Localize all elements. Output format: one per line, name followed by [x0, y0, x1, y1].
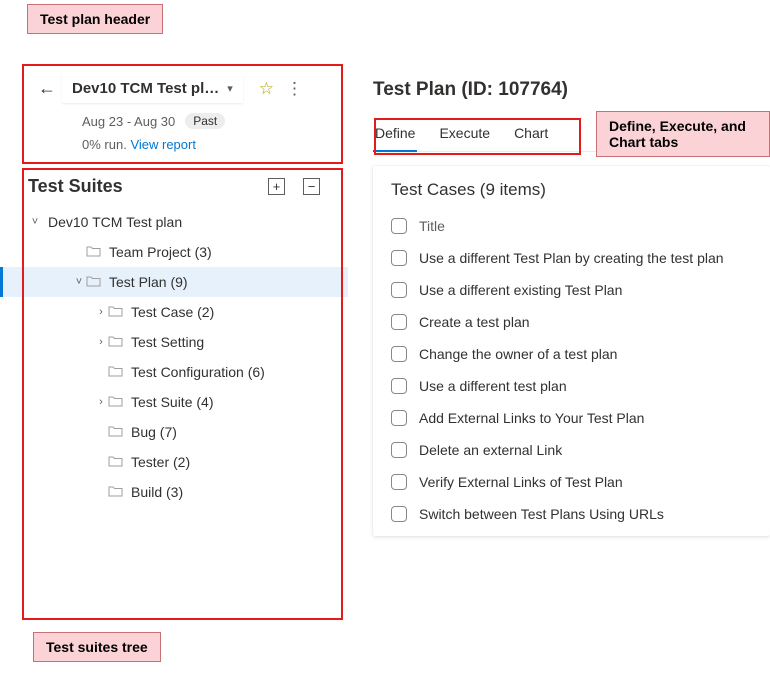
- table-row[interactable]: Use a different Test Plan by creating th…: [373, 242, 770, 274]
- tree-item[interactable]: › Test Suite (4): [0, 387, 348, 417]
- case-title: Use a different Test Plan by creating th…: [419, 250, 724, 266]
- tab-define[interactable]: Define: [373, 117, 417, 151]
- table-row[interactable]: Add External Links to Your Test Plan: [373, 402, 770, 434]
- page-title: Test Plan (ID: 107764): [373, 79, 770, 101]
- select-all-checkbox[interactable]: [391, 218, 407, 234]
- row-checkbox[interactable]: [391, 442, 407, 458]
- table-row[interactable]: Use a different test plan: [373, 370, 770, 402]
- column-title: Title: [419, 218, 445, 234]
- table-row[interactable]: Switch between Test Plans Using URLs: [373, 498, 770, 530]
- tree-item[interactable]: Test Configuration (6): [0, 357, 348, 387]
- case-title: Delete an external Link: [419, 442, 562, 458]
- tree-item-label: Tester (2): [131, 454, 190, 470]
- table-row[interactable]: Verify External Links of Test Plan: [373, 466, 770, 498]
- case-title: Create a test plan: [419, 314, 530, 330]
- folder-icon: [86, 274, 101, 290]
- row-checkbox[interactable]: [391, 506, 407, 522]
- row-checkbox[interactable]: [391, 314, 407, 330]
- tree-root-label: Dev10 TCM Test plan: [48, 214, 182, 230]
- tree-item[interactable]: Team Project (3): [0, 237, 348, 267]
- test-cases-card: Test Cases (9 items) Title Use a differe…: [373, 166, 770, 536]
- row-checkbox[interactable]: [391, 474, 407, 490]
- tree-item[interactable]: Build (3): [0, 477, 348, 507]
- status-badge: Past: [185, 113, 225, 129]
- tree-item[interactable]: ˅ Test Plan (9): [0, 267, 348, 297]
- chevron-right-icon[interactable]: ›: [94, 306, 108, 318]
- callout-tabs: Define, Execute, and Chart tabs: [596, 111, 770, 157]
- table-row[interactable]: Create a test plan: [373, 306, 770, 338]
- row-checkbox[interactable]: [391, 250, 407, 266]
- expand-all-button[interactable]: +: [268, 178, 285, 195]
- tree-item[interactable]: › Test Case (2): [0, 297, 348, 327]
- table-header-row: Title: [373, 210, 770, 242]
- folder-icon: [108, 364, 123, 380]
- row-checkbox[interactable]: [391, 346, 407, 362]
- row-checkbox[interactable]: [391, 410, 407, 426]
- table-row[interactable]: Change the owner of a test plan: [373, 338, 770, 370]
- folder-icon: [86, 244, 101, 260]
- suites-tree: ˅ Dev10 TCM Test plan Team Project (3) ˅ T…: [0, 207, 348, 507]
- chevron-right-icon[interactable]: ›: [94, 336, 108, 348]
- folder-icon: [108, 334, 123, 350]
- tree-item-label: Test Suite (4): [131, 394, 213, 410]
- case-title: Change the owner of a test plan: [419, 346, 617, 362]
- table-row[interactable]: Use a different existing Test Plan: [373, 274, 770, 306]
- row-checkbox[interactable]: [391, 282, 407, 298]
- plan-date-range: Aug 23 - Aug 30: [82, 114, 175, 129]
- chevron-down-icon[interactable]: ˅: [72, 276, 86, 288]
- collapse-all-button[interactable]: −: [303, 178, 320, 195]
- plan-title-dropdown[interactable]: Dev10 TCM Test pl… ▾: [62, 74, 243, 103]
- tree-item[interactable]: Tester (2): [0, 447, 348, 477]
- tree-item-label: Test Configuration (6): [131, 364, 265, 380]
- test-plan-header: ← Dev10 TCM Test pl… ▾ ☆ ⋮ Aug 23 - Aug …: [0, 66, 348, 160]
- callout-header: Test plan header: [27, 4, 163, 34]
- tree-item-label: Bug (7): [131, 424, 177, 440]
- folder-icon: [108, 304, 123, 320]
- test-cases-title: Test Cases (9 items): [373, 180, 770, 210]
- test-suites-panel: Test Suites + − ˅ Dev10 TCM Test plan Te…: [0, 170, 348, 507]
- folder-icon: [108, 454, 123, 470]
- row-checkbox[interactable]: [391, 378, 407, 394]
- tree-item-label: Test Setting: [131, 334, 204, 350]
- case-title: Use a different existing Test Plan: [419, 282, 622, 298]
- folder-icon: [108, 394, 123, 410]
- plan-title-label: Dev10 TCM Test pl…: [72, 80, 219, 97]
- more-icon[interactable]: ⋮: [286, 79, 303, 99]
- chevron-down-icon: ˅: [28, 216, 42, 228]
- folder-icon: [108, 424, 123, 440]
- tab-chart[interactable]: Chart: [512, 117, 550, 151]
- callout-tree: Test suites tree: [33, 632, 161, 662]
- table-row[interactable]: Delete an external Link: [373, 434, 770, 466]
- chevron-right-icon[interactable]: ›: [94, 396, 108, 408]
- case-title: Add External Links to Your Test Plan: [419, 410, 644, 426]
- tree-item-label: Test Case (2): [131, 304, 214, 320]
- tree-item[interactable]: Bug (7): [0, 417, 348, 447]
- tree-item-label: Test Plan (9): [109, 274, 188, 290]
- run-percentage: 0% run.: [82, 137, 127, 152]
- case-title: Verify External Links of Test Plan: [419, 474, 623, 490]
- favorite-icon[interactable]: ☆: [259, 79, 274, 99]
- case-title: Switch between Test Plans Using URLs: [419, 506, 664, 522]
- view-report-link[interactable]: View report: [130, 137, 196, 152]
- tree-item-label: Build (3): [131, 484, 183, 500]
- tree-root[interactable]: ˅ Dev10 TCM Test plan: [0, 207, 348, 237]
- tree-item-label: Team Project (3): [109, 244, 212, 260]
- back-icon[interactable]: ←: [38, 78, 56, 99]
- tab-execute[interactable]: Execute: [437, 117, 492, 151]
- chevron-down-icon: ▾: [227, 82, 233, 95]
- case-title: Use a different test plan: [419, 378, 567, 394]
- suites-title: Test Suites: [28, 176, 123, 197]
- tree-item[interactable]: › Test Setting: [0, 327, 348, 357]
- folder-icon: [108, 484, 123, 500]
